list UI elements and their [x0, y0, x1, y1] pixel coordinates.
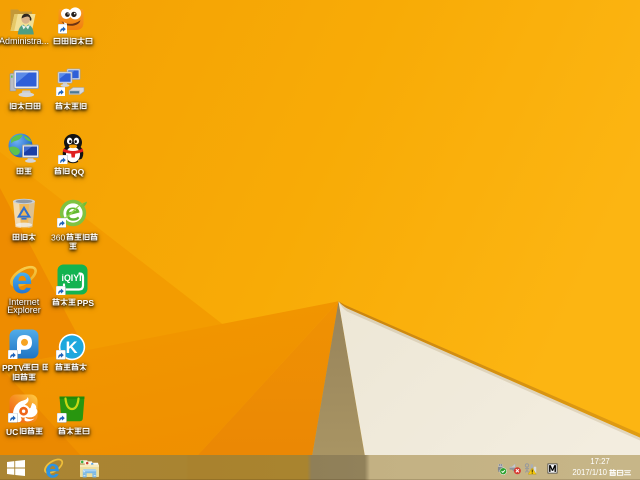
- svg-text:PPS: PPS: [77, 298, 94, 308]
- svg-text:UC: UC: [6, 427, 18, 437]
- svg-text:360: 360: [51, 233, 65, 243]
- svg-text:iQIYI: iQIYI: [62, 273, 82, 283]
- svg-text:K: K: [66, 339, 78, 357]
- svg-text:QQ: QQ: [71, 167, 85, 177]
- svg-text:e: e: [11, 263, 32, 296]
- svg-text:PPTV: PPTV: [2, 363, 25, 373]
